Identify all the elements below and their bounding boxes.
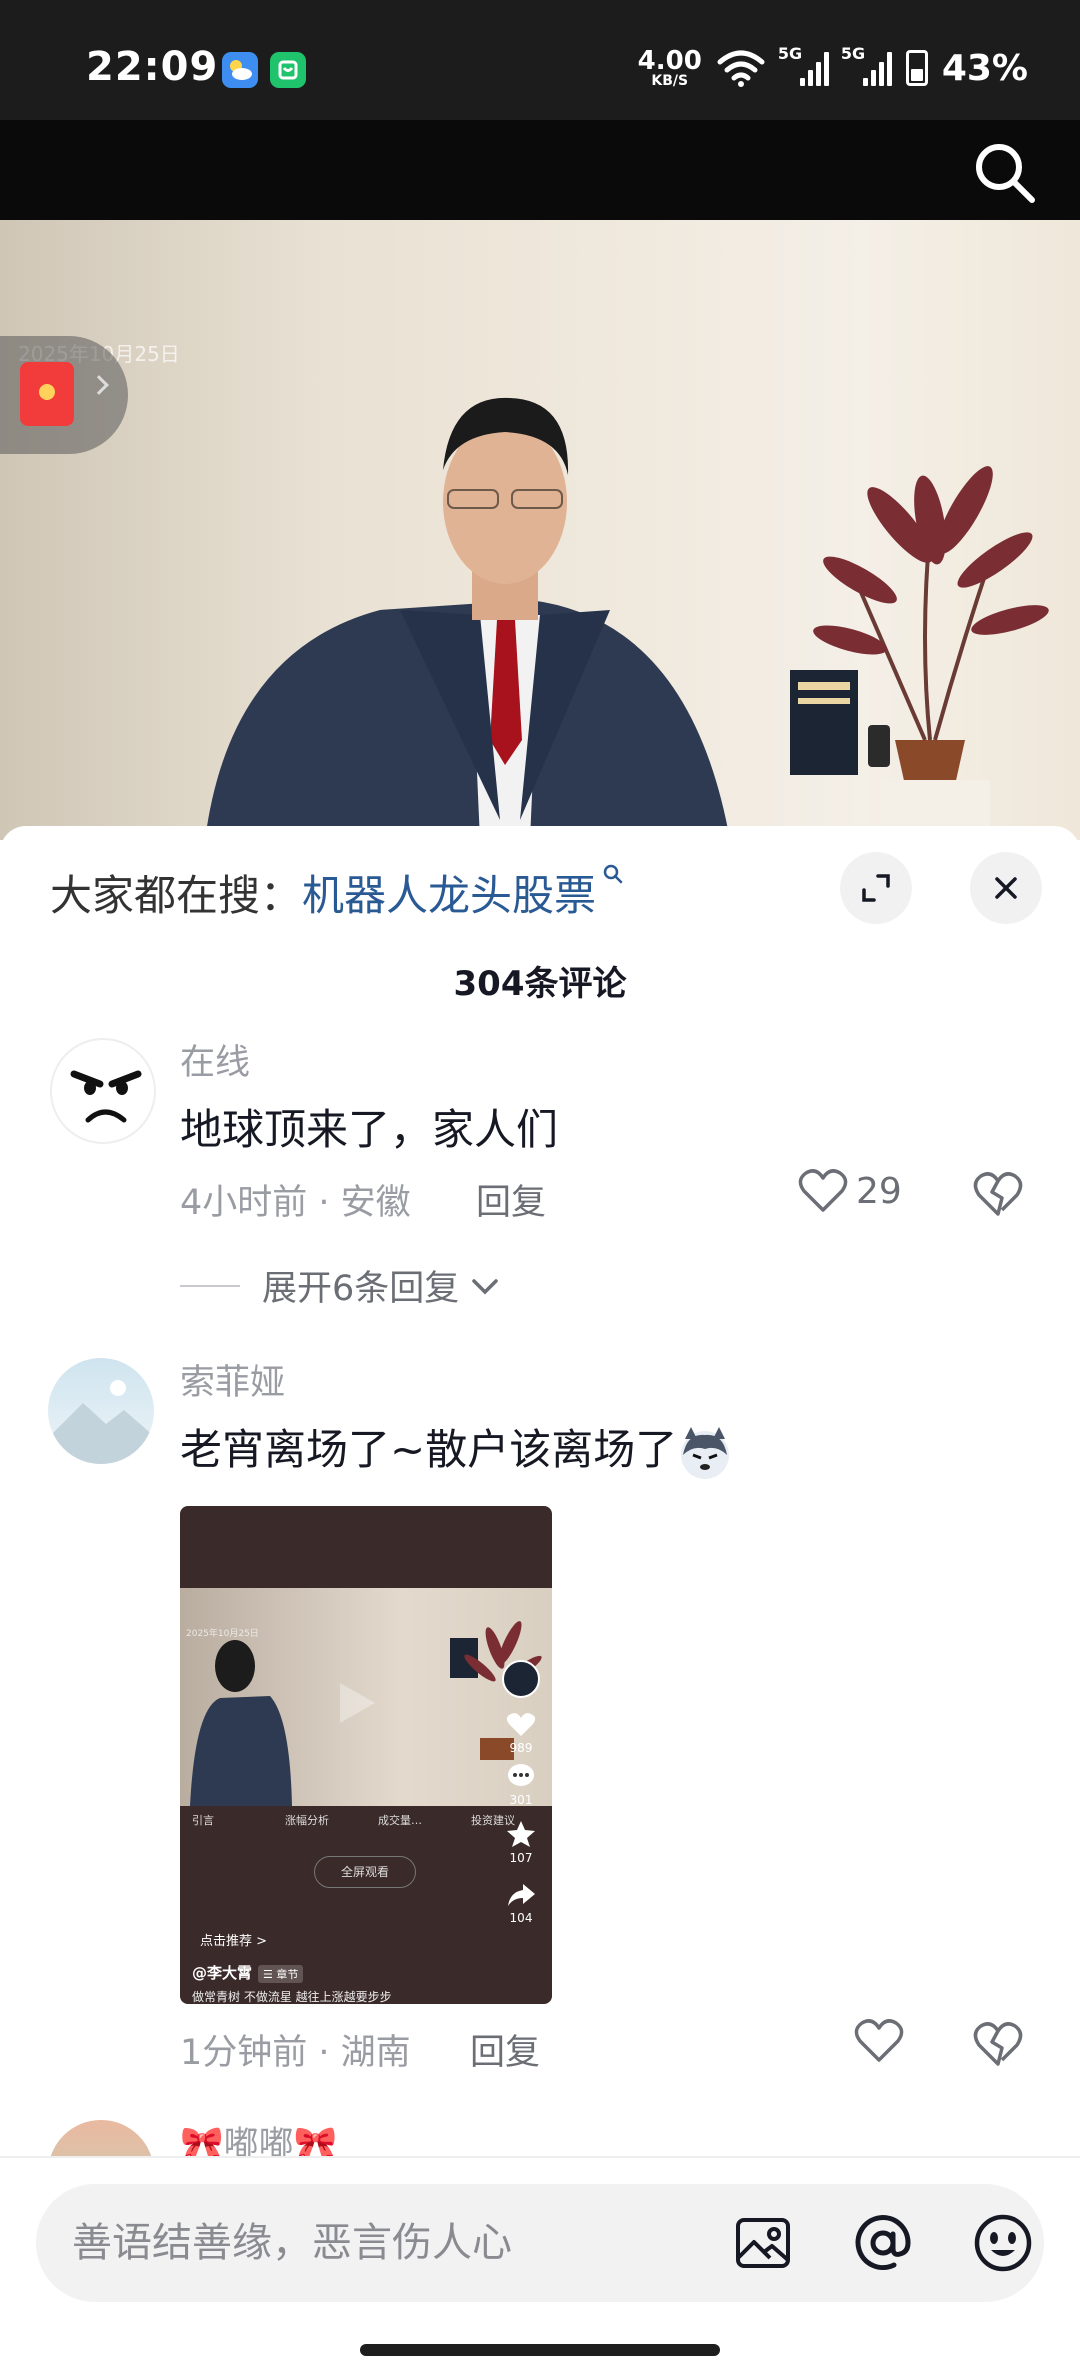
comments-count: 304条评论 [453, 964, 627, 1004]
attachment-scene [190, 1621, 542, 1806]
expand-replies-label: 展开6条回复 [262, 1269, 460, 1309]
signal-1-label: 5G [777, 44, 803, 63]
like-button[interactable]: 29 [798, 1168, 902, 1214]
comment-text-content: 老宵离场了~散户该离场了 [180, 1425, 678, 1474]
wifi-icon [717, 50, 765, 87]
image-icon [736, 2218, 790, 2268]
fullscreen-watch-label: 全屏观看 [314, 1856, 416, 1888]
video-player[interactable]: 2025年10月25日 [0, 220, 1080, 840]
broken-heart-icon [973, 1172, 1023, 1216]
at-mention-icon [855, 2215, 911, 2271]
close-icon [995, 877, 1017, 899]
weather-app-icon [222, 52, 258, 88]
search-icon [976, 144, 1035, 203]
network-speed-value: 4.00 [637, 46, 702, 76]
status-indicators: 4.00 KB/S 5G 5G 43% [638, 44, 1028, 92]
chapter-label: 引言 [192, 1814, 214, 1827]
comment-input-bar [0, 2156, 1080, 2373]
close-button[interactable] [970, 852, 1042, 924]
video-scene [205, 397, 1049, 840]
expand-icon [862, 874, 890, 902]
attachment-like: 989 [502, 1712, 540, 1755]
attachment-author: @李大霄 ☰ 章节 [192, 1962, 304, 1983]
network-speed-unit: KB/S [651, 73, 689, 89]
chevron-down-icon [472, 1278, 499, 1294]
comment-image-attachment[interactable]: 2025年10月25日 引言 涨幅分析 成交量… 投资建议 全屏观看 989 3… [180, 1506, 552, 2004]
battery-icon [905, 50, 928, 86]
chapter-bar: 引言 涨幅分析 成交量… 投资建议 [180, 1806, 552, 1834]
comment-time-location: 1分钟前 · 湖南 [180, 2033, 411, 2073]
trending-prefix: 大家都在搜： [50, 871, 303, 920]
network-speed: 4.00 KB/S [638, 48, 702, 88]
top-nav [0, 120, 1080, 220]
reply-button[interactable]: 回复 [470, 2024, 540, 2075]
attachment-author-name: @李大霄 [192, 1964, 253, 1982]
mountain-avatar-image [48, 1380, 154, 1464]
avatar[interactable] [50, 1038, 156, 1144]
attachment-date: 2025年10月25日 [186, 1629, 259, 1639]
attachment-favorites: 107 [502, 1820, 540, 1865]
comment-icon [508, 1764, 534, 1786]
comment-username[interactable]: 索菲娅 [180, 1354, 285, 1405]
recommend-label: 点击推荐 > [200, 1934, 268, 1949]
grumpy-face-icon [70, 1070, 142, 1123]
attachment-video-frame: 2025年10月25日 [180, 1588, 552, 1806]
chapter-tag: ☰ 章节 [258, 1965, 304, 1983]
wolf-emoji-icon [681, 1426, 730, 1479]
red-envelope-icon [20, 362, 74, 426]
heart-icon [798, 1169, 848, 1212]
avatar[interactable] [48, 1358, 154, 1464]
chevron-right-icon [89, 375, 109, 395]
image-button[interactable] [732, 2212, 794, 2274]
attachment-comments: 301 [502, 1762, 540, 1807]
dislike-button[interactable] [972, 1170, 1024, 1218]
status-time: 22:09 [86, 44, 219, 90]
comment-input[interactable] [72, 2208, 712, 2278]
trending-search[interactable]: 大家都在搜：机器人龙头股票 [50, 862, 626, 923]
emoji-face-icon [974, 2214, 1032, 2272]
search-button[interactable] [970, 138, 1040, 208]
cellular-signal-2-icon: 5G [841, 44, 892, 86]
signal-2-label: 5G [840, 44, 866, 63]
attachment-avatar [502, 1660, 540, 1698]
share-icon [508, 1884, 535, 1906]
comment-username[interactable]: 在线 [180, 1034, 250, 1085]
star-icon [507, 1821, 535, 1847]
attachment-caption: 做常青树 不做流星 越往上涨越要步步 [192, 1990, 392, 2004]
divider [180, 1284, 240, 1287]
attachment-favorite-count: 107 [509, 1851, 533, 1865]
attachment-comment-count: 301 [509, 1793, 533, 1807]
expand-sheet-button[interactable] [840, 852, 912, 924]
expand-replies-button[interactable]: 展开6条回复 [180, 1260, 503, 1311]
attachment-share-count: 104 [509, 1911, 533, 1925]
like-button[interactable] [854, 2018, 904, 2064]
attachment-like-count: 989 [509, 1741, 533, 1755]
dislike-button[interactable] [972, 2020, 1024, 2068]
emoji-button[interactable] [972, 2212, 1034, 2274]
cellular-signal-1-icon: 5G [778, 44, 829, 86]
trending-keyword[interactable]: 机器人龙头股票 [302, 871, 596, 920]
comment-text: 地球顶来了，家人们 [180, 1105, 559, 1154]
search-icon [603, 864, 623, 884]
status-bar: 22:09 4.00 KB/S 5G 5G 43% [0, 0, 1080, 120]
chapter-label: 涨幅分析 [285, 1814, 329, 1827]
comment-text: 老宵离场了~散户该离场了 [180, 1416, 733, 1481]
shop-app-icon [270, 52, 306, 88]
mention-button[interactable] [852, 2212, 914, 2274]
reply-button[interactable]: 回复 [476, 1174, 546, 1225]
chapter-label: 成交量… [378, 1814, 422, 1827]
broken-heart-icon [973, 2022, 1023, 2066]
comment-input-pill [36, 2184, 1044, 2302]
like-count: 29 [856, 1170, 902, 1212]
battery-percent: 43% [941, 47, 1028, 89]
heart-icon [506, 1713, 536, 1736]
attachment-shares: 104 [502, 1882, 540, 1925]
comment-time-location: 4小时前 · 安徽 [180, 1183, 411, 1223]
heart-icon [854, 2019, 904, 2062]
red-packet-button[interactable] [0, 336, 128, 454]
home-indicator[interactable] [360, 2344, 720, 2356]
comment-sheet: 大家都在搜：机器人龙头股票 304条评论 在线 地球顶来了，家人们 4小时前 ·… [0, 826, 1080, 2373]
